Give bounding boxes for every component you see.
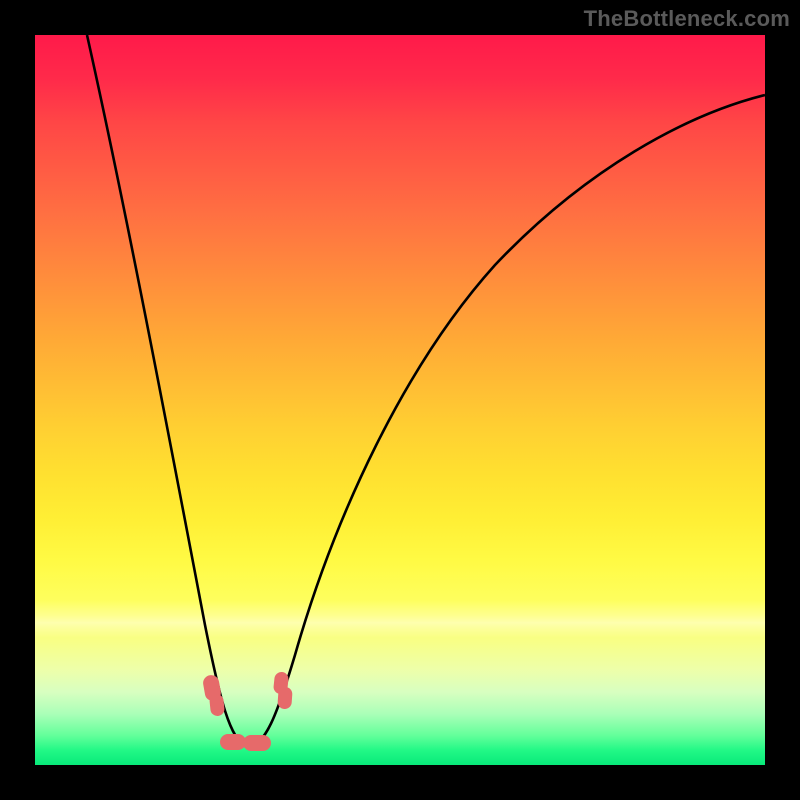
marker-point: [209, 693, 225, 716]
chart-frame: TheBottleneck.com: [0, 0, 800, 800]
bottleneck-curve: [87, 35, 765, 747]
plot-area: [35, 35, 765, 765]
marker-point: [243, 735, 271, 751]
curve-layer: [35, 35, 765, 765]
watermark-text: TheBottleneck.com: [584, 6, 790, 32]
marker-point: [277, 687, 293, 710]
